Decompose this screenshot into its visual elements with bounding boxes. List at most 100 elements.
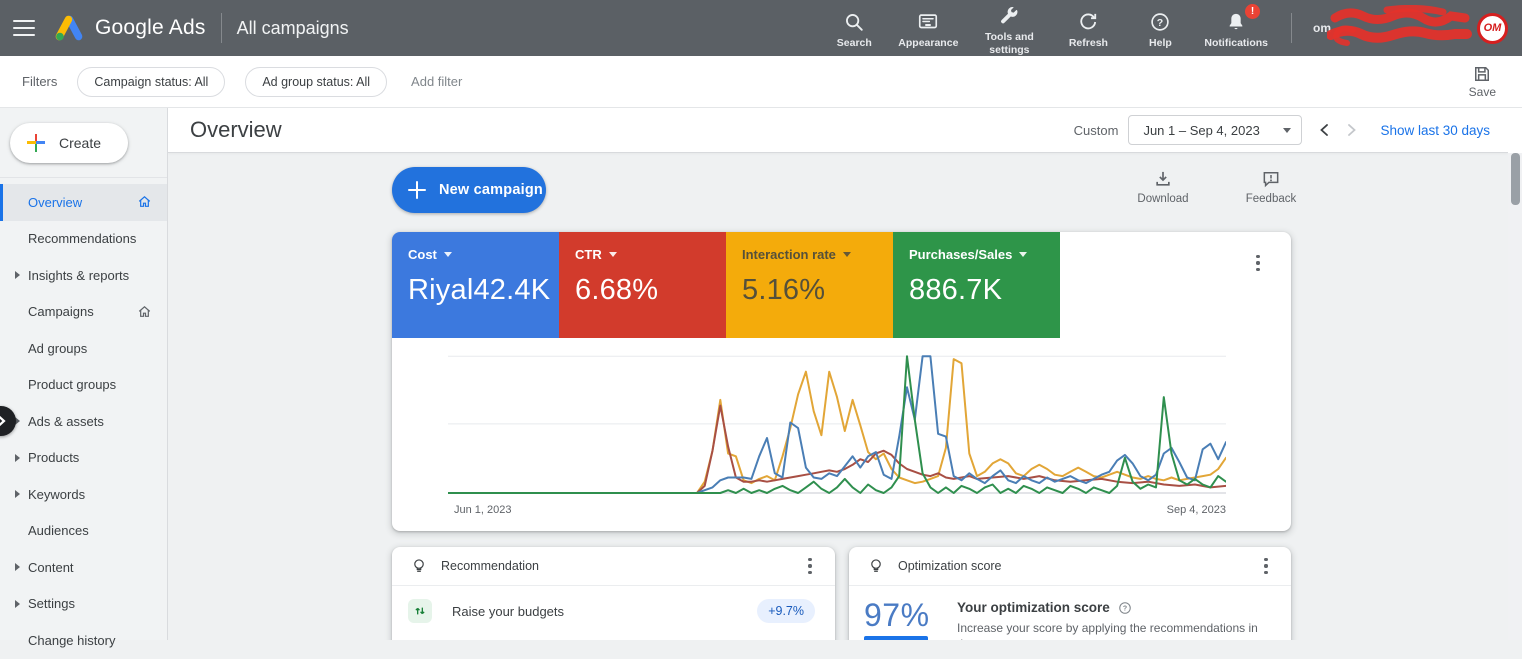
metric-value: 5.16% bbox=[742, 274, 893, 307]
card-menu-button[interactable] bbox=[1251, 254, 1265, 272]
performance-chart[interactable] bbox=[448, 342, 1226, 500]
bell-icon bbox=[1225, 10, 1247, 34]
lightbulb-icon bbox=[410, 556, 428, 576]
avatar[interactable]: OM bbox=[1477, 13, 1508, 44]
chevron-down-icon bbox=[843, 252, 851, 257]
save-label: Save bbox=[1469, 85, 1496, 99]
create-area: Create bbox=[0, 108, 167, 178]
sidebar-item-change-history[interactable]: Change history bbox=[0, 622, 167, 659]
refresh-icon bbox=[1077, 10, 1099, 34]
chevron-right-icon bbox=[15, 490, 20, 498]
search-icon bbox=[843, 10, 865, 34]
sidebar-item-settings[interactable]: Settings bbox=[0, 586, 167, 623]
overview-chart-card: CostRiyal42.4KCTR6.68%Interaction rate5.… bbox=[392, 232, 1291, 531]
sidebar-item-recommendations[interactable]: Recommendations bbox=[0, 221, 167, 258]
sidebar-item-ads-assets[interactable]: Ads & assets bbox=[0, 403, 167, 440]
download-icon bbox=[1153, 169, 1173, 189]
chevron-right-icon bbox=[15, 600, 20, 608]
show-last-30-days-link[interactable]: Show last 30 days bbox=[1380, 123, 1490, 138]
page-title: Overview bbox=[190, 117, 282, 143]
scrollbar-thumb[interactable] bbox=[1511, 153, 1520, 205]
recommendation-card: Recommendation Raise your budgets +9.7% bbox=[392, 547, 835, 640]
create-button[interactable]: Create bbox=[10, 123, 128, 163]
card-menu-button[interactable] bbox=[1259, 557, 1273, 575]
new-campaign-label: New campaign bbox=[439, 182, 543, 198]
sidebar-item-content[interactable]: Content bbox=[0, 549, 167, 586]
account-info[interactable]: om OM bbox=[1313, 5, 1508, 51]
uplift-badge: +9.7% bbox=[757, 599, 815, 623]
wrench-icon bbox=[998, 4, 1020, 28]
help-circle-icon[interactable]: ? bbox=[1118, 601, 1132, 615]
save-button[interactable]: Save bbox=[1469, 64, 1496, 99]
sidebar-item-products[interactable]: Products bbox=[0, 440, 167, 477]
download-button[interactable]: Download bbox=[1120, 169, 1206, 205]
expand-panel-button[interactable] bbox=[0, 406, 16, 436]
topbar-search-button[interactable]: Search bbox=[826, 6, 882, 49]
filters-bar: Filters Campaign status: All Ad group st… bbox=[0, 56, 1522, 108]
optimization-score-card: Optimization score 97% Your optimization… bbox=[849, 547, 1291, 640]
topbar-divider bbox=[1291, 13, 1292, 43]
arrows-up-down-icon bbox=[408, 599, 432, 623]
breadcrumb[interactable]: All campaigns bbox=[237, 18, 349, 39]
sidebar-item-keywords[interactable]: Keywords bbox=[0, 476, 167, 513]
x-axis-start-label: Jun 1, 2023 bbox=[454, 504, 512, 516]
sidebar-item-ad-groups[interactable]: Ad groups bbox=[0, 330, 167, 367]
chevron-down-icon bbox=[1283, 128, 1291, 133]
sidebar-item-overview[interactable]: Overview bbox=[0, 184, 167, 221]
filters-label: Filters bbox=[22, 74, 57, 89]
optimization-score-value: 97% bbox=[864, 597, 930, 634]
sidebar-item-insights-reports[interactable]: Insights & reports bbox=[0, 257, 167, 294]
notification-badge: ! bbox=[1245, 4, 1260, 19]
topbar-refresh-button[interactable]: Refresh bbox=[1060, 6, 1116, 49]
svg-text:?: ? bbox=[1123, 605, 1127, 612]
sidebar-item-audiences[interactable]: Audiences bbox=[0, 513, 167, 550]
recommendation-card-title: Recommendation bbox=[441, 559, 539, 573]
sidebar-item-campaigns[interactable]: Campaigns bbox=[0, 294, 167, 331]
metric-tile-purchases-sales[interactable]: Purchases/Sales886.7K bbox=[893, 232, 1060, 338]
recommendation-item[interactable]: Raise your budgets +9.7% bbox=[392, 599, 835, 623]
topbar-tools-button[interactable]: Tools and settings bbox=[974, 0, 1044, 55]
feedback-icon bbox=[1261, 169, 1281, 189]
metric-tile-cost[interactable]: CostRiyal42.4K bbox=[392, 232, 559, 338]
metric-tile-interaction-rate[interactable]: Interaction rate5.16% bbox=[726, 232, 893, 338]
feedback-button[interactable]: Feedback bbox=[1228, 169, 1314, 205]
topbar-notifications-button[interactable]: Notifications! bbox=[1204, 6, 1268, 49]
topbar-appearance-button[interactable]: Appearance bbox=[898, 6, 958, 49]
chevron-down-icon bbox=[609, 252, 617, 257]
chart-x-axis: Jun 1, 2023 Sep 4, 2023 bbox=[454, 504, 1226, 516]
lightbulb-icon bbox=[867, 556, 885, 576]
menu-icon[interactable] bbox=[13, 20, 35, 36]
save-icon bbox=[1472, 64, 1492, 84]
date-range-type-label: Custom bbox=[1074, 123, 1119, 138]
svg-text:?: ? bbox=[1157, 17, 1163, 29]
date-range-dropdown[interactable]: Jun 1 – Sep 4, 2023 bbox=[1128, 115, 1302, 145]
download-label: Download bbox=[1137, 193, 1188, 205]
help-icon: ? bbox=[1149, 10, 1171, 34]
previous-period-button[interactable] bbox=[1318, 123, 1330, 137]
campaign-status-chip[interactable]: Campaign status: All bbox=[77, 67, 225, 97]
scroll-area: New campaign Download Feedback CostRiyal… bbox=[168, 153, 1508, 640]
chevron-right-icon bbox=[15, 271, 20, 279]
optimization-score-bar bbox=[864, 636, 928, 640]
topbar-divider bbox=[221, 13, 222, 43]
add-filter-button[interactable]: Add filter bbox=[411, 74, 462, 89]
optimization-heading: Your optimization score bbox=[957, 600, 1110, 615]
optimization-description: Increase your score by applying the reco… bbox=[957, 620, 1269, 640]
sidebar-item-product-groups[interactable]: Product groups bbox=[0, 367, 167, 404]
new-campaign-button[interactable]: New campaign bbox=[392, 167, 546, 213]
card-menu-button[interactable] bbox=[803, 557, 817, 575]
metric-value: 6.68% bbox=[575, 274, 726, 307]
x-axis-end-label: Sep 4, 2023 bbox=[1167, 504, 1226, 516]
chevron-right-icon bbox=[15, 454, 20, 462]
topbar-help-button[interactable]: ?Help bbox=[1132, 6, 1188, 49]
metric-value: 886.7K bbox=[909, 274, 1060, 307]
optimization-card-title: Optimization score bbox=[898, 559, 1002, 573]
plus-icon bbox=[27, 134, 45, 152]
ad-group-status-chip[interactable]: Ad group status: All bbox=[245, 67, 387, 97]
page-header: Overview Custom Jun 1 – Sep 4, 2023 Show… bbox=[168, 108, 1508, 153]
metric-tile-ctr[interactable]: CTR6.68% bbox=[559, 232, 726, 338]
next-period-button[interactable] bbox=[1346, 123, 1358, 137]
feedback-label: Feedback bbox=[1246, 193, 1297, 205]
top-app-bar: Google Ads All campaigns SearchAppearanc… bbox=[0, 0, 1522, 56]
scrollbar-track[interactable] bbox=[1508, 108, 1522, 640]
